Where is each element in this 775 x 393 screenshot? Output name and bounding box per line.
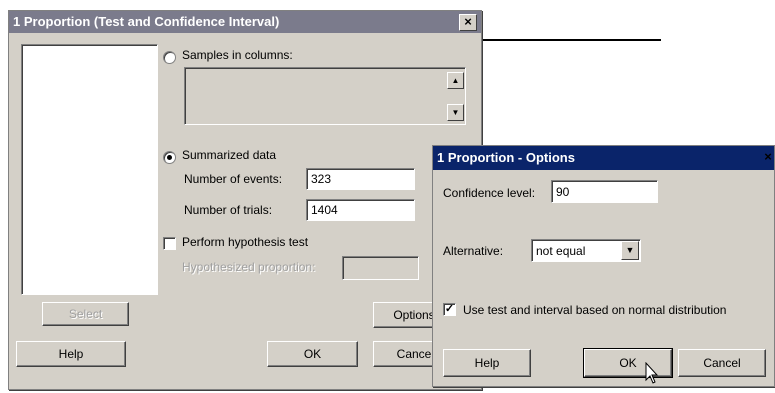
summarized-data-radio[interactable] (163, 151, 176, 164)
normal-dist-checkbox[interactable]: ✓ (443, 303, 456, 316)
radio-selected-dot (167, 155, 172, 160)
main-cancel-button-label: Cance (396, 347, 432, 361)
hypothesized-proportion-field[interactable] (342, 256, 419, 280)
main-dialog-title-bar[interactable]: 1 Proportion (Test and Confidence Interv… (9, 11, 481, 33)
up-arrow-icon: ▲ (451, 76, 460, 85)
main-help-button[interactable]: Help (16, 341, 126, 367)
number-of-trials-value: 1404 (311, 203, 338, 217)
select-button-label: Select (68, 307, 103, 321)
perform-test-label: Perform hypothesis test (182, 235, 309, 249)
down-arrow-icon: ▼ (451, 108, 460, 117)
options-dialog-close-button[interactable]: × (762, 150, 774, 165)
mouse-cursor-icon (645, 362, 659, 384)
options-help-button[interactable]: Help (443, 349, 531, 377)
alternative-dropdown[interactable]: not equal ▼ (531, 239, 641, 262)
samples-in-columns-radio[interactable] (163, 51, 176, 64)
chevron-down-icon: ▼ (625, 245, 635, 255)
main-help-button-label: Help (58, 347, 84, 361)
number-of-events-label: Number of events: (184, 172, 283, 186)
options-cancel-button[interactable]: Cancel (678, 349, 766, 377)
options-button-label: Options (393, 308, 435, 322)
background-line (480, 39, 661, 41)
scroll-down-button[interactable]: ▼ (447, 104, 464, 121)
close-icon: × (464, 14, 472, 29)
main-ok-button-label: OK (303, 347, 322, 361)
perform-test-checkbox[interactable] (163, 237, 176, 250)
main-dialog-close-button[interactable]: × (459, 14, 477, 31)
main-ok-button[interactable]: OK (267, 341, 358, 367)
confidence-level-label: Confidence level: (443, 186, 536, 200)
close-icon: × (764, 149, 772, 164)
number-of-events-value: 323 (311, 172, 332, 186)
normal-dist-label: Use test and interval based on normal di… (463, 303, 727, 317)
options-cancel-button-label: Cancel (703, 356, 741, 370)
main-dialog: 1 Proportion (Test and Confidence Interv… (8, 10, 482, 390)
options-dialog: 1 Proportion - Options × Confidence leve… (432, 145, 775, 387)
number-of-events-field[interactable]: 323 (306, 168, 415, 190)
confidence-level-field[interactable]: 90 (551, 180, 658, 203)
hypothesized-proportion-label: Hypothesized proportion: (182, 260, 316, 274)
alternative-dropdown-button[interactable]: ▼ (621, 241, 639, 260)
samples-in-columns-label: Samples in columns: (182, 48, 293, 62)
samples-columns-box[interactable]: ▲ ▼ (184, 67, 466, 125)
main-dialog-title: 1 Proportion (Test and Confidence Interv… (13, 14, 280, 29)
number-of-trials-field[interactable]: 1404 (306, 199, 415, 221)
options-dialog-title: 1 Proportion - Options (437, 150, 575, 165)
options-dialog-title-bar[interactable]: 1 Proportion - Options (433, 146, 774, 170)
scroll-up-button[interactable]: ▲ (447, 72, 464, 89)
alternative-label: Alternative: (443, 244, 504, 258)
check-icon: ✓ (444, 303, 455, 315)
alternative-value: not equal (536, 244, 586, 258)
summarized-data-label: Summarized data (182, 148, 277, 162)
options-help-button-label: Help (474, 356, 500, 370)
number-of-trials-label: Number of trials: (184, 203, 273, 217)
confidence-level-value: 90 (556, 185, 570, 199)
options-ok-button-label: OK (619, 356, 637, 370)
select-button[interactable]: Select (42, 302, 129, 326)
variables-list[interactable] (21, 44, 158, 295)
